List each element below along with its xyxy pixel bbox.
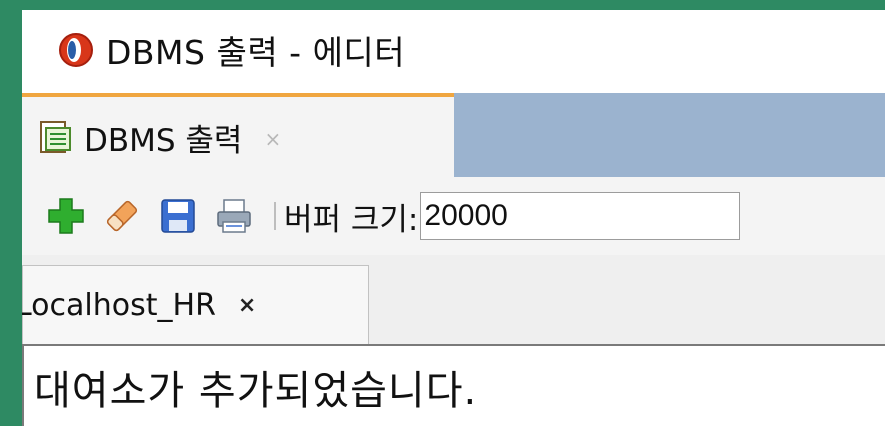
clear-button[interactable] bbox=[102, 196, 142, 236]
tab-label: DBMS 출력 bbox=[84, 122, 243, 159]
output-document-icon bbox=[38, 120, 72, 154]
output-area[interactable]: 대여소가 추가되었습니다. bbox=[22, 344, 885, 426]
add-icon bbox=[48, 198, 84, 234]
connection-tab-row: Localhost_HR × bbox=[22, 255, 885, 345]
connection-tab-close-icon[interactable]: × bbox=[238, 293, 256, 318]
print-button[interactable] bbox=[214, 196, 254, 236]
buffer-size-label: 버퍼 크기: bbox=[284, 201, 419, 238]
dbms-output-editor-window: DBMS 출력 - 에디터 DBMS 출력 × 버퍼 크기: 20000 Loc… bbox=[22, 10, 885, 426]
tab-strip: DBMS 출력 × bbox=[22, 93, 885, 177]
toolbar-separator bbox=[274, 202, 276, 230]
app-logo-icon bbox=[58, 32, 94, 68]
eraser-icon bbox=[106, 200, 138, 232]
buffer-size-input[interactable] bbox=[420, 192, 741, 240]
connection-tab-label: Localhost_HR bbox=[22, 288, 216, 323]
output-message: 대여소가 추가되었습니다. bbox=[34, 368, 478, 414]
save-icon bbox=[161, 199, 195, 233]
save-button[interactable] bbox=[158, 196, 198, 236]
tab-dbms-output[interactable]: DBMS 출력 × bbox=[22, 93, 454, 177]
print-icon bbox=[217, 199, 251, 233]
tab-connection-localhost-hr[interactable]: Localhost_HR × bbox=[22, 265, 369, 345]
tab-close-icon[interactable]: × bbox=[264, 127, 281, 151]
window-title: DBMS 출력 - 에디터 bbox=[106, 33, 406, 72]
toolbar: 버퍼 크기: bbox=[22, 177, 885, 255]
title-bar: DBMS 출력 - 에디터 bbox=[22, 10, 885, 90]
enable-output-button[interactable] bbox=[46, 196, 86, 236]
